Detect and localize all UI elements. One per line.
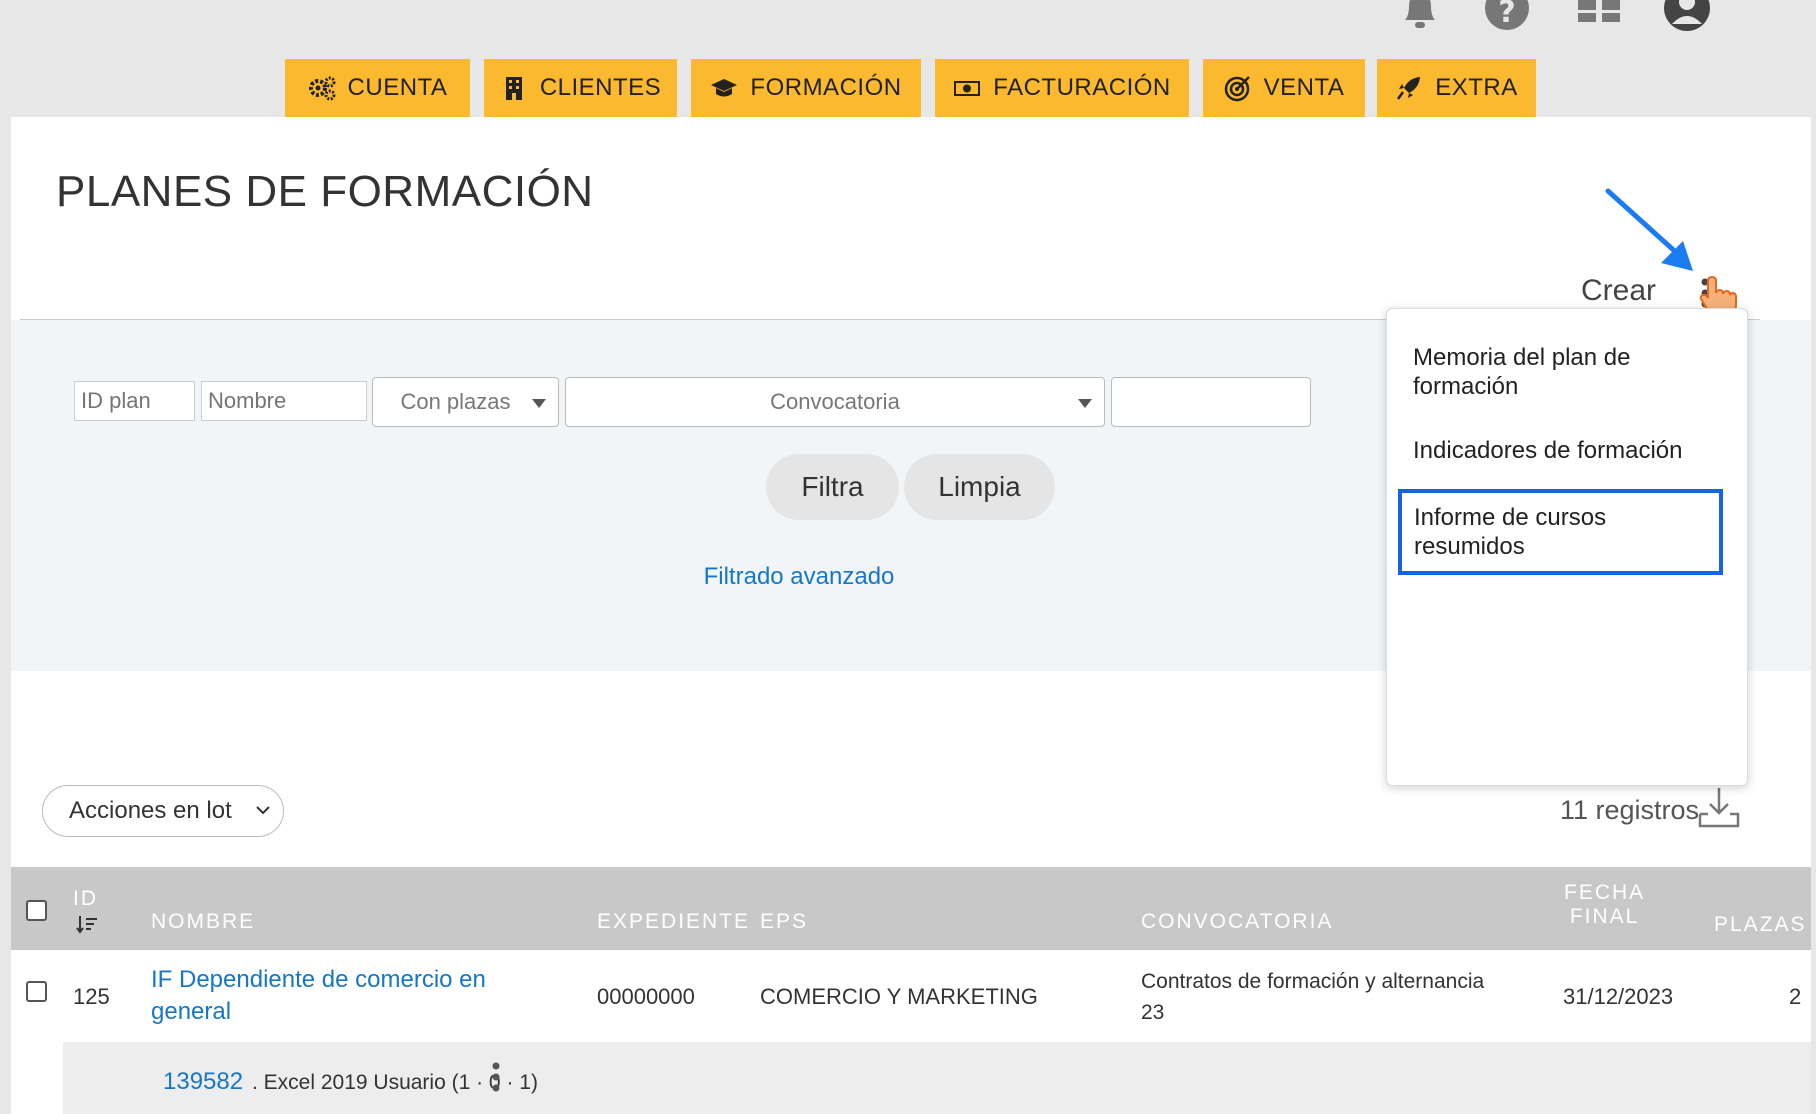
records-count: 11 registros bbox=[1560, 795, 1700, 825]
col-plazas[interactable]: PLAZAS bbox=[1714, 913, 1807, 937]
chevron-down-icon bbox=[1078, 399, 1092, 408]
gears-icon bbox=[308, 76, 336, 101]
plazas-select-value: Con plazas bbox=[400, 389, 511, 414]
nav-facturacion[interactable]: FACTURACIÓN bbox=[935, 59, 1189, 117]
col-expediente[interactable]: EXPEDIENTE bbox=[597, 910, 750, 934]
nav-venta-label: VENTA bbox=[1263, 74, 1345, 101]
table-row: 125 IF Dependiente de comercio en genera… bbox=[11, 950, 1811, 1042]
rocket-icon bbox=[1397, 77, 1421, 100]
row-expediente: 00000000 bbox=[597, 984, 695, 1009]
course-options-icon[interactable] bbox=[491, 1062, 501, 1092]
row-eps: COMERCIO Y MARKETING bbox=[760, 984, 1038, 1009]
select-all-checkbox[interactable] bbox=[26, 900, 47, 921]
top-toolbar: ? bbox=[0, 0, 1816, 34]
money-icon bbox=[954, 81, 981, 96]
course-subrow: 139582 . Excel 2019 Usuario (1 · 0 · 1) bbox=[63, 1042, 1811, 1114]
col-id[interactable]: ID bbox=[73, 887, 98, 911]
convocatoria-select[interactable]: Convocatoria bbox=[565, 377, 1105, 427]
svg-text:?: ? bbox=[1498, 0, 1515, 30]
col-convocatoria[interactable]: CONVOCATORIA bbox=[1141, 910, 1333, 934]
menu-item-informe[interactable]: Informe de cursos resumidos bbox=[1398, 489, 1723, 575]
row-checkbox[interactable] bbox=[26, 981, 47, 1002]
bell-icon[interactable] bbox=[1397, 0, 1443, 34]
advanced-filter-link[interactable]: Filtrado avanzado bbox=[704, 563, 895, 590]
col-eps[interactable]: EPS bbox=[760, 910, 808, 934]
batch-actions-select[interactable]: Acciones en lot bbox=[42, 785, 284, 837]
course-id-link[interactable]: 139582 bbox=[163, 1068, 243, 1096]
chevron-down-icon bbox=[532, 399, 546, 408]
nav-clientes-label: CLIENTES bbox=[539, 74, 662, 101]
batch-actions-label: Acciones en lot bbox=[69, 797, 232, 824]
row-convocatoria: Contratos de formación y alternancia 23 bbox=[1141, 970, 1485, 1024]
target-icon bbox=[1224, 76, 1250, 102]
col-nombre[interactable]: NOMBRE bbox=[151, 910, 255, 934]
create-button[interactable]: Crear bbox=[1581, 274, 1656, 308]
help-icon[interactable]: ? bbox=[1484, 0, 1530, 34]
row-plazas: 2 bbox=[1789, 984, 1802, 1009]
nav-extra[interactable]: EXTRA bbox=[1377, 59, 1536, 117]
row-fecha-final: 31/12/2023 bbox=[1563, 984, 1674, 1009]
nav-formacion[interactable]: FORMACIÓN bbox=[691, 59, 921, 117]
nav-venta[interactable]: VENTA bbox=[1203, 59, 1365, 117]
graduation-cap-icon bbox=[711, 79, 738, 97]
sort-desc-icon[interactable] bbox=[76, 915, 98, 935]
menu-item-memoria[interactable]: Memoria del plan de formación bbox=[1413, 343, 1723, 401]
clear-button[interactable]: Limpia bbox=[904, 454, 1055, 520]
nav-cuenta-label: CUENTA bbox=[347, 74, 448, 101]
gift-icon[interactable] bbox=[1576, 0, 1622, 34]
row-id: 125 bbox=[73, 984, 110, 1009]
chevron-down-icon bbox=[256, 806, 270, 815]
main-nav: CUENTA CLIENTES FORMACIÓN FACTURACIÓN VE… bbox=[0, 59, 1816, 117]
menu-item-indicadores[interactable]: Indicadores de formación bbox=[1413, 436, 1723, 465]
nombre-input[interactable] bbox=[201, 381, 367, 421]
download-icon[interactable] bbox=[1696, 786, 1742, 830]
nav-formacion-label: FORMACIÓN bbox=[750, 74, 902, 101]
nav-clientes[interactable]: CLIENTES bbox=[484, 59, 677, 117]
building-icon bbox=[505, 77, 522, 100]
convocatoria-select-value: Convocatoria bbox=[770, 389, 900, 414]
nav-extra-label: EXTRA bbox=[1435, 74, 1518, 101]
extra-select[interactable] bbox=[1111, 377, 1311, 427]
col-fecha-final[interactable]: FECHA FINAL bbox=[1564, 881, 1645, 929]
plazas-select[interactable]: Con plazas bbox=[372, 377, 559, 427]
options-dropdown-menu: Memoria del plan de formación Indicadore… bbox=[1386, 308, 1748, 786]
row-nombre-link[interactable]: IF Dependiente de comercio en general bbox=[151, 964, 521, 1028]
page-title: PLANES DE FORMACIÓN bbox=[56, 167, 594, 216]
id-plan-input[interactable] bbox=[74, 381, 195, 421]
nav-cuenta[interactable]: CUENTA bbox=[285, 59, 470, 117]
user-avatar-icon[interactable] bbox=[1664, 0, 1710, 34]
filter-button[interactable]: Filtra bbox=[766, 454, 899, 520]
table-header: ID NOMBRE EXPEDIENTE EPS CONVOCATORIA FE… bbox=[11, 867, 1811, 950]
nav-facturacion-label: FACTURACIÓN bbox=[993, 74, 1171, 101]
